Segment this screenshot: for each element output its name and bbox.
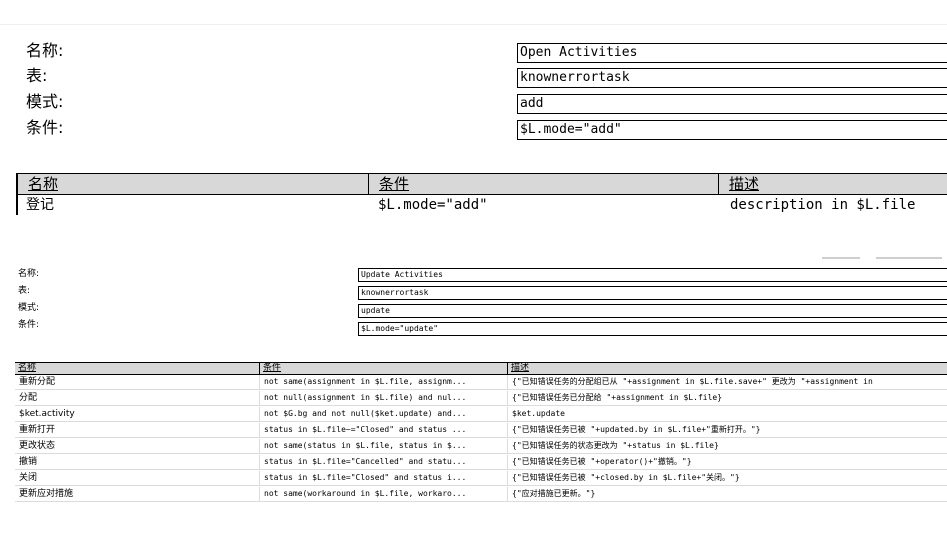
row-condition: not same(status in $L.file, status in $.…: [259, 439, 507, 453]
header-condition[interactable]: 条件: [368, 174, 718, 194]
row-condition: not same(assignment in $L.file, assignm.…: [259, 375, 507, 389]
faint-divider: [822, 257, 860, 259]
row-condition: not null(assignment in $L.file) and nul.…: [259, 391, 507, 405]
condition-field[interactable]: $L.mode="add": [517, 120, 947, 140]
header-condition[interactable]: 条件: [259, 363, 507, 374]
row-description: {"已知错误任务已被 "+operator()+"撤销。"}: [507, 455, 947, 469]
table-header: 名称 条件 描述: [15, 362, 947, 375]
row-description: $ket.update: [507, 407, 947, 421]
row-condition: status in $L.file="Cancelled" and statu.…: [259, 455, 507, 469]
row-description: description in $L.file: [730, 197, 916, 213]
row-condition: not same(workaround in $L.file, workaro.…: [259, 487, 507, 501]
table-label: 表:: [18, 286, 31, 296]
name-label: 名称:: [26, 41, 64, 60]
condition-label: 条件:: [26, 118, 64, 137]
table-header: 名称 条件 描述: [16, 173, 947, 195]
row-name: 分配: [19, 393, 38, 403]
row-description: {"已知错误任务已被 "+updated.by in $L.file+"重新打开…: [507, 423, 947, 437]
table-row[interactable]: $ket.activity not $G.bg and not null($ket…: [15, 407, 947, 422]
table-row[interactable]: 登记 $L.mode="add" description in $L.file: [16, 195, 947, 215]
row-condition: status in $L.file="Closed" and status i.…: [259, 471, 507, 485]
table-row[interactable]: 更改状态 not same(status in $L.file, status i…: [15, 439, 947, 454]
name-field[interactable]: Update Activities: [358, 268, 947, 282]
table-row[interactable]: 撤销 status in $L.file="Cancelled" and stat…: [15, 455, 947, 470]
mode-field[interactable]: add: [517, 94, 947, 114]
mode-label: 模式:: [18, 303, 40, 313]
row-condition: status in $L.file~="Closed" and status .…: [259, 423, 507, 437]
row-description: {"已知错误任务已被 "+closed.by in $L.file+"关闭。"}: [507, 471, 947, 485]
table-label: 表:: [26, 66, 48, 85]
header-description[interactable]: 描述: [718, 174, 947, 194]
row-condition: $L.mode="add": [378, 197, 488, 213]
table-row[interactable]: 更新应对措施 not same(workaround in $L.file, wo…: [15, 487, 947, 502]
row-description: {"已知错误任务的状态更改为 "+status in $L.file}: [507, 439, 947, 453]
row-name: 登记: [26, 197, 54, 213]
table-row[interactable]: 分配 not null(assignment in $L.file) and nu…: [15, 391, 947, 406]
header-name[interactable]: 名称: [18, 174, 368, 194]
row-description: {"应对措施已更新。"}: [507, 487, 947, 501]
row-name: $ket.activity: [19, 409, 75, 419]
header-name[interactable]: 名称: [15, 363, 259, 374]
name-field[interactable]: Open Activities: [517, 43, 947, 63]
table-row[interactable]: 关闭 status in $L.file="Closed" and status …: [15, 471, 947, 486]
row-name: 重新分配: [19, 377, 56, 387]
row-name: 更新应对措施: [19, 489, 74, 499]
top-divider: [0, 24, 947, 25]
row-name: 重新打开: [19, 425, 56, 435]
table-row[interactable]: 重新分配 not same(assignment in $L.file, assi…: [15, 375, 947, 390]
row-name: 更改状态: [19, 441, 56, 451]
header-description[interactable]: 描述: [507, 363, 947, 374]
row-name: 撤销: [19, 457, 38, 467]
table-field[interactable]: knownerrortask: [358, 286, 947, 300]
name-label: 名称:: [18, 269, 40, 279]
table-field[interactable]: knownerrortask: [517, 68, 947, 88]
row-name: 关闭: [19, 473, 38, 483]
row-condition: not $G.bg and not null($ket.update) and.…: [259, 407, 507, 421]
row-description: {"已知错误任务已分配给 "+assignment in $L.file}: [507, 391, 947, 405]
row-description: {"已知错误任务的分配组已从 "+assignment in $L.file.s…: [507, 375, 947, 389]
faint-divider: [876, 257, 942, 259]
mode-label: 模式:: [26, 92, 64, 111]
mode-field[interactable]: update: [358, 304, 947, 318]
condition-field[interactable]: $L.mode="update": [358, 322, 947, 336]
condition-label: 条件:: [18, 320, 40, 330]
table-row[interactable]: 重新打开 status in $L.file~="Closed" and stat…: [15, 423, 947, 438]
